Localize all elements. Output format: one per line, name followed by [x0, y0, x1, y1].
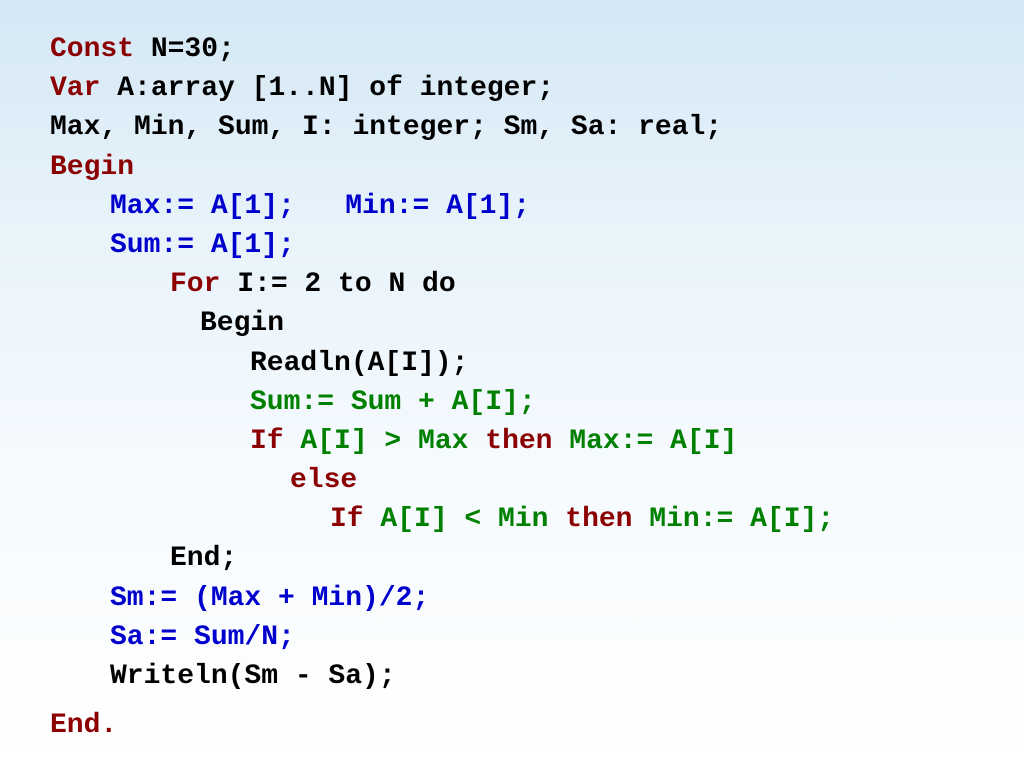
keyword-for: For [170, 269, 237, 300]
code-line-2: Var A:array [1..N] of integer; [50, 69, 974, 108]
keyword-if: If [250, 426, 300, 457]
text-cond: A[I] < Min [380, 504, 565, 535]
keyword-then: then [565, 504, 649, 535]
keyword-var: Var [50, 73, 117, 104]
code-line-12: else [50, 461, 974, 500]
code-line-1: Const N=30; [50, 30, 974, 69]
text-min: Min:= A[1]; [345, 191, 530, 222]
keyword-if: If [330, 504, 380, 535]
text: N=30; [151, 34, 235, 65]
code-line-14: End; [50, 539, 974, 578]
code-line-18: End. [50, 706, 974, 745]
code-line-10: Sum:= Sum + A[I]; [50, 383, 974, 422]
keyword-const: Const [50, 34, 151, 65]
text-cond: A[I] > Max [300, 426, 485, 457]
code-line-4: Begin [50, 148, 974, 187]
code-line-9: Readln(A[I]); [50, 344, 974, 383]
text: I:= 2 to N do [237, 269, 455, 300]
code-line-17: Writeln(Sm - Sa); [50, 657, 974, 696]
code-line-16: Sa:= Sum/N; [50, 618, 974, 657]
code-line-7: For I:= 2 to N do [50, 265, 974, 304]
code-line-5: Max:= A[1]; Min:= A[1]; [50, 187, 974, 226]
text-max: Max:= A[1]; [110, 191, 345, 222]
code-line-11: If A[I] > Max then Max:= A[I] [50, 422, 974, 461]
text-assign: Min:= A[I]; [649, 504, 834, 535]
code-line-13: If A[I] < Min then Min:= A[I]; [50, 500, 974, 539]
text-assign: Max:= A[I] [569, 426, 737, 457]
text: A:array [1..N] of integer; [117, 73, 554, 104]
code-line-8: Begin [50, 304, 974, 343]
code-line-15: Sm:= (Max + Min)/2; [50, 579, 974, 618]
code-line-6: Sum:= A[1]; [50, 226, 974, 265]
keyword-then: then [485, 426, 569, 457]
code-line-3: Max, Min, Sum, I: integer; Sm, Sa: real; [50, 108, 974, 147]
